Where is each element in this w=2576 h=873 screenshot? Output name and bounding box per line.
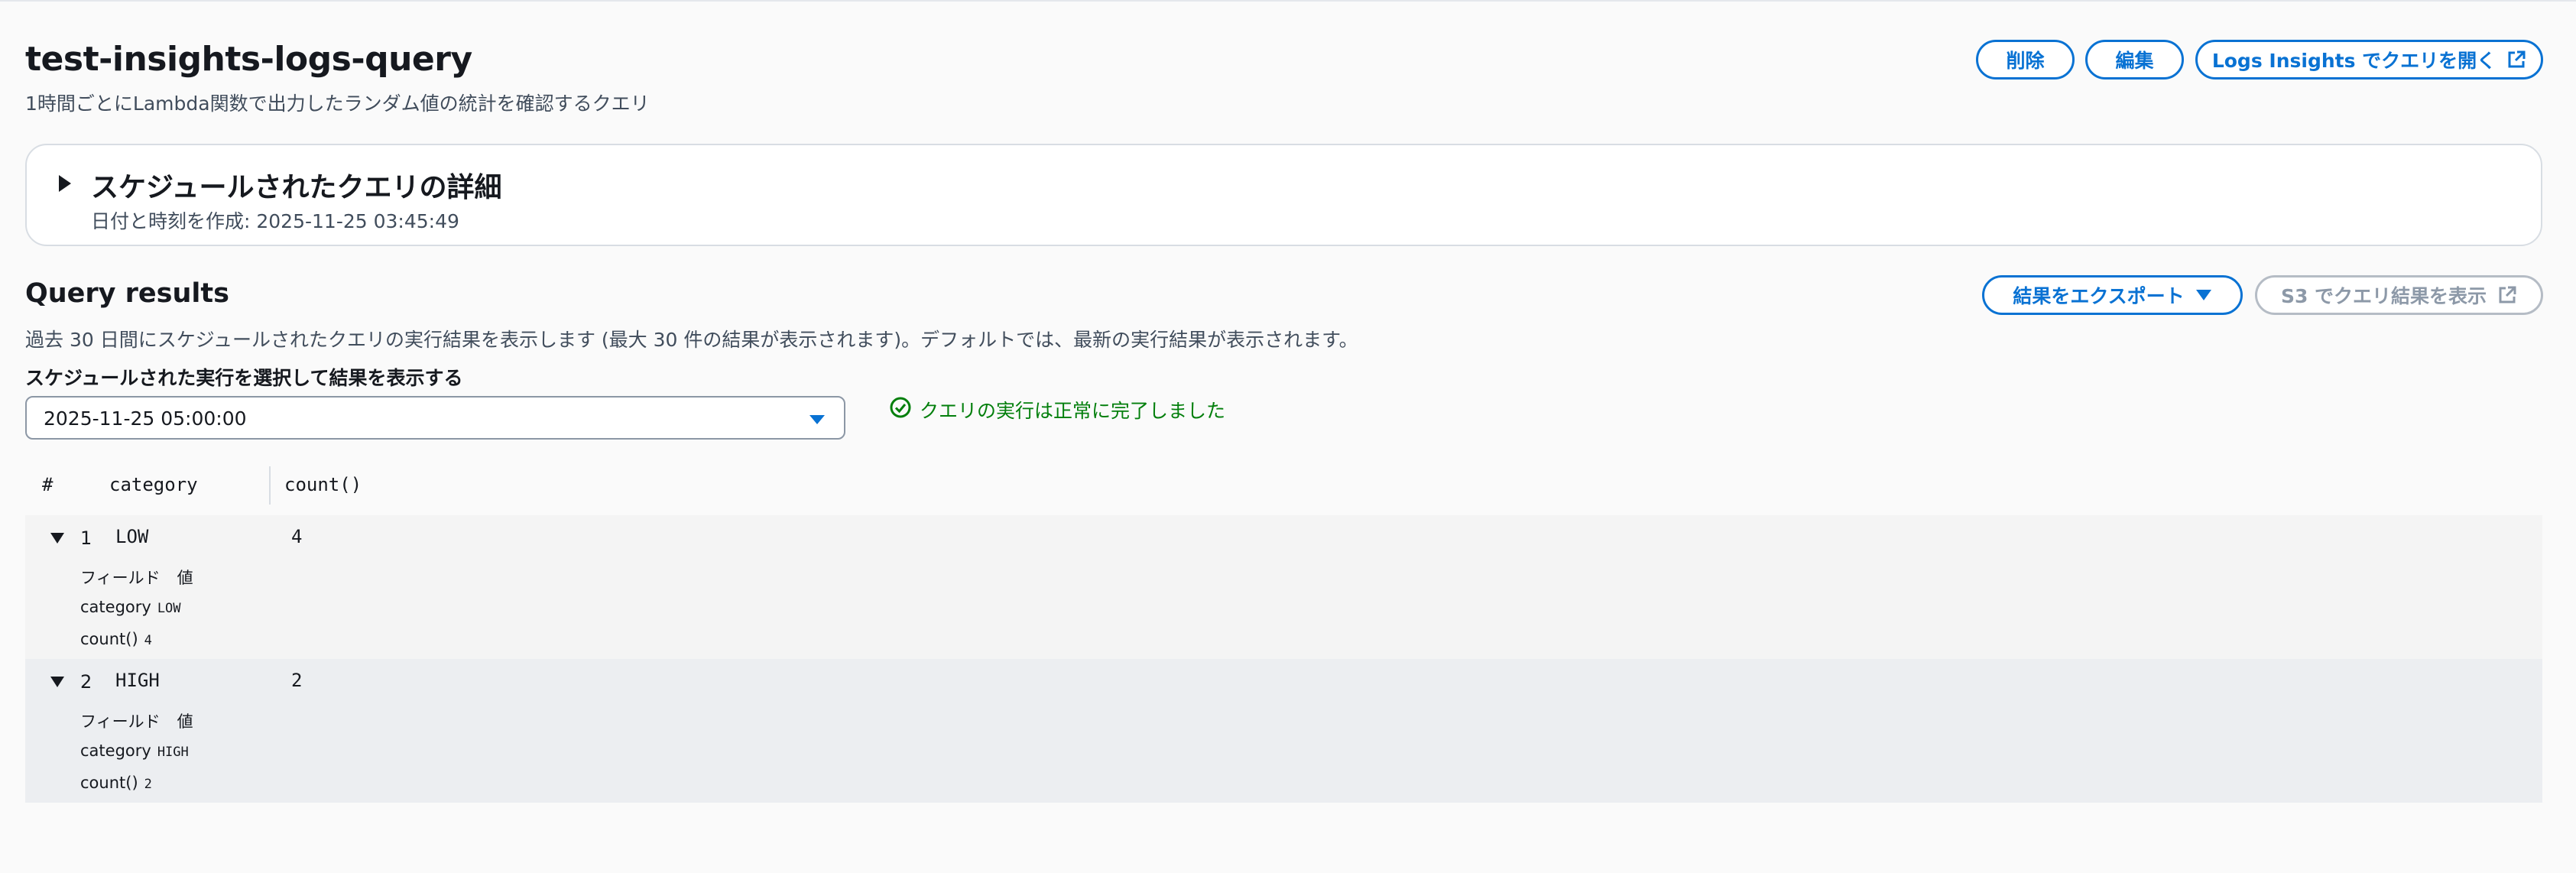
field-value: HIGH [157, 745, 189, 760]
results-table: # category count() 1 LOW 4 フィールド値 catego… [25, 456, 2542, 804]
view-results-in-s3-label: S3 でクエリ結果を表示 [2280, 285, 2487, 307]
field-value: 2 [144, 777, 152, 792]
value-header: 値 [177, 712, 193, 731]
field-value-header: フィールド値 [80, 566, 210, 589]
selected-run-value: 2025-11-25 05:00:00 [44, 407, 247, 430]
export-results-label: 結果をエクスポート [2013, 285, 2185, 307]
row-count: 4 [291, 526, 303, 547]
page-title: test-insights-logs-query [25, 40, 472, 79]
run-select-label: スケジュールされた実行を選択して結果を表示する [25, 367, 463, 389]
column-divider [269, 466, 271, 505]
field-line: category HIGH [80, 742, 189, 760]
open-in-logs-insights-label: Logs Insights でクエリを開く [2211, 50, 2497, 72]
page: test-insights-logs-query 1時間ごとにLambda関数で… [0, 0, 2576, 873]
external-link-icon [2506, 50, 2526, 70]
page-description: 1時間ごとにLambda関数で出力したランダム値の統計を確認するクエリ [25, 92, 650, 115]
edit-button[interactable]: 編集 [2085, 40, 2184, 80]
details-section-title[interactable]: スケジュールされたクエリの詳細 [91, 165, 501, 205]
table-header: # category count() [25, 456, 2542, 515]
query-results-title: Query results [25, 278, 229, 309]
caret-down-icon[interactable] [50, 532, 65, 547]
view-results-in-s3-button[interactable]: S3 でクエリ結果を表示 [2255, 275, 2543, 315]
field-value-header: フィールド値 [80, 709, 210, 732]
caret-down-icon [2195, 289, 2212, 301]
open-in-logs-insights-button[interactable]: Logs Insights でクエリを開く [2195, 40, 2543, 80]
field-line: category LOW [80, 598, 181, 616]
field-value: 4 [144, 633, 152, 648]
scheduled-query-details-panel: スケジュールされたクエリの詳細 日付と時刻を作成: 2025-11-25 03:… [25, 144, 2542, 246]
delete-button-label: 削除 [2006, 50, 2045, 72]
row-category: LOW [115, 526, 149, 547]
row-number: 1 [80, 527, 92, 549]
query-status: クエリの実行は正常に完了しました [889, 396, 1225, 424]
scheduled-run-select[interactable]: 2025-11-25 05:00:00 [25, 396, 845, 440]
value-header: 値 [177, 569, 193, 587]
export-results-button[interactable]: 結果をエクスポート [1982, 275, 2243, 315]
field-header: フィールド [80, 569, 161, 587]
field-line: count() 2 [80, 774, 152, 792]
field-line: count() 4 [80, 630, 152, 648]
field-name: count() [80, 774, 138, 792]
table-row: 1 LOW 4 フィールド値 category LOW count() 4 [25, 515, 2542, 659]
field-header: フィールド [80, 712, 161, 731]
details-created-date: 日付と時刻を作成: 2025-11-25 03:45:49 [91, 210, 459, 232]
caret-down-icon[interactable] [50, 676, 65, 691]
caret-right-icon[interactable] [57, 174, 73, 196]
field-name: count() [80, 630, 138, 648]
column-header-index: # [42, 474, 54, 495]
column-header-count[interactable]: count() [284, 474, 362, 495]
query-status-text: クエリの実行は正常に完了しました [920, 400, 1226, 422]
edit-button-label: 編集 [2115, 50, 2154, 72]
table-row: 2 HIGH 2 フィールド値 category HIGH count() 2 [25, 659, 2542, 803]
query-results-description: 過去 30 日間にスケジュールされたクエリの実行結果を表示します (最大 30 … [25, 329, 1358, 351]
field-name: category [80, 598, 151, 616]
row-number: 2 [80, 671, 92, 693]
delete-button[interactable]: 削除 [1976, 40, 2075, 80]
column-header-category[interactable]: category [109, 474, 198, 495]
dropdown-arrow-icon [809, 414, 826, 428]
field-value: LOW [157, 601, 181, 616]
external-link-icon [2497, 285, 2517, 305]
row-count: 2 [291, 670, 303, 691]
success-check-icon [889, 396, 912, 424]
top-divider [0, 0, 2576, 2]
field-name: category [80, 742, 151, 760]
row-category: HIGH [115, 670, 160, 691]
